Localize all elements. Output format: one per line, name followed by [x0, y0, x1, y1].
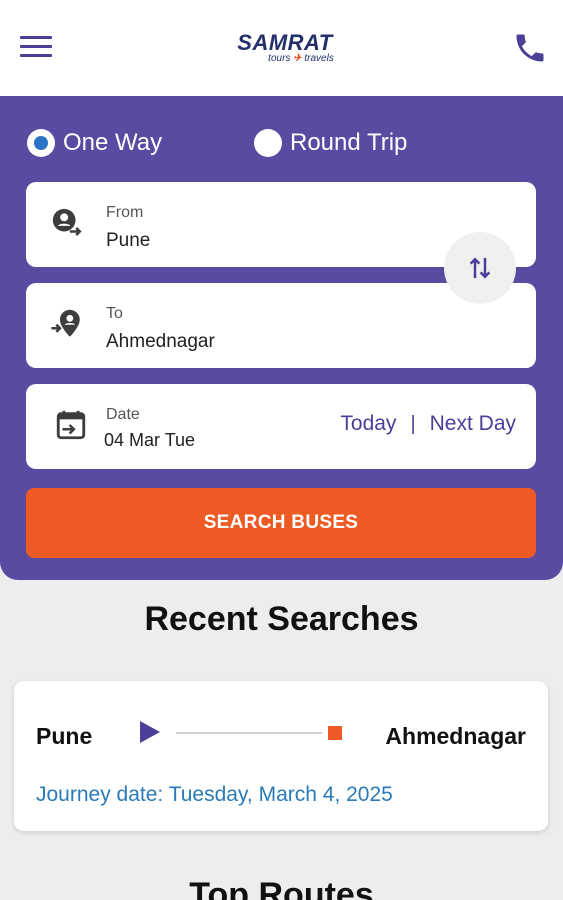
date-caption: Date	[106, 406, 140, 423]
swap-vertical-icon	[469, 257, 491, 279]
recent-from: Pune	[36, 723, 93, 749]
search-buses-button[interactable]: SEARCH BUSES	[26, 488, 536, 558]
recent-searches-heading: Recent Searches	[144, 600, 419, 638]
search-panel: One Way Round Trip From Pune To Ahmednag…	[0, 96, 563, 580]
date-quick-links: Today | Next Day	[340, 412, 516, 436]
today-link[interactable]: Today	[340, 412, 396, 436]
recent-journey-date: Journey date: Tuesday, March 4, 2025	[36, 783, 393, 806]
from-caption: From	[106, 204, 144, 221]
hamburger-menu-icon[interactable]	[20, 36, 52, 60]
radio-round-trip[interactable]: Round Trip	[254, 128, 407, 158]
radio-one-way-label: One Way	[63, 129, 163, 156]
route-end-icon	[328, 726, 342, 740]
logo-tagline-right: travels	[304, 53, 334, 64]
top-routes-heading: Top Routes	[189, 876, 374, 900]
route-start-icon	[140, 721, 160, 743]
top-app-bar: SAMRAT tours ✈ travels	[0, 0, 563, 96]
to-caption: To	[106, 305, 123, 322]
from-value: Pune	[106, 230, 151, 251]
route-line	[176, 732, 322, 734]
location-arrive-icon	[51, 309, 80, 337]
logo-text: SAMRAT	[237, 30, 333, 55]
logo-mark-icon: ✈	[293, 53, 302, 64]
date-value: 04 Mar Tue	[104, 430, 196, 450]
logo-tagline: tours ✈ travels	[200, 54, 370, 64]
radio-round-trip-label: Round Trip	[290, 129, 408, 156]
swap-button[interactable]	[444, 232, 516, 304]
phone-icon[interactable]	[512, 30, 548, 66]
radio-one-way-indicator[interactable]	[27, 129, 55, 157]
to-value: Ahmednagar	[106, 331, 215, 352]
logo-tagline-left: tours	[268, 53, 291, 64]
calendar-icon	[56, 410, 86, 440]
next-day-link[interactable]: Next Day	[430, 412, 516, 436]
samrat-logo: SAMRAT tours ✈ travels	[200, 32, 370, 64]
date-separator: |	[410, 412, 416, 435]
radio-round-trip-indicator[interactable]	[254, 129, 282, 157]
recent-search-item[interactable]: Pune Ahmednagar Journey date: Tuesday, M…	[14, 681, 548, 831]
date-field[interactable]: Date 04 Mar Tue Today | Next Day	[26, 384, 536, 469]
recent-to: Ahmednagar	[385, 723, 526, 749]
person-depart-icon	[52, 208, 82, 236]
radio-one-way[interactable]: One Way	[27, 128, 162, 158]
